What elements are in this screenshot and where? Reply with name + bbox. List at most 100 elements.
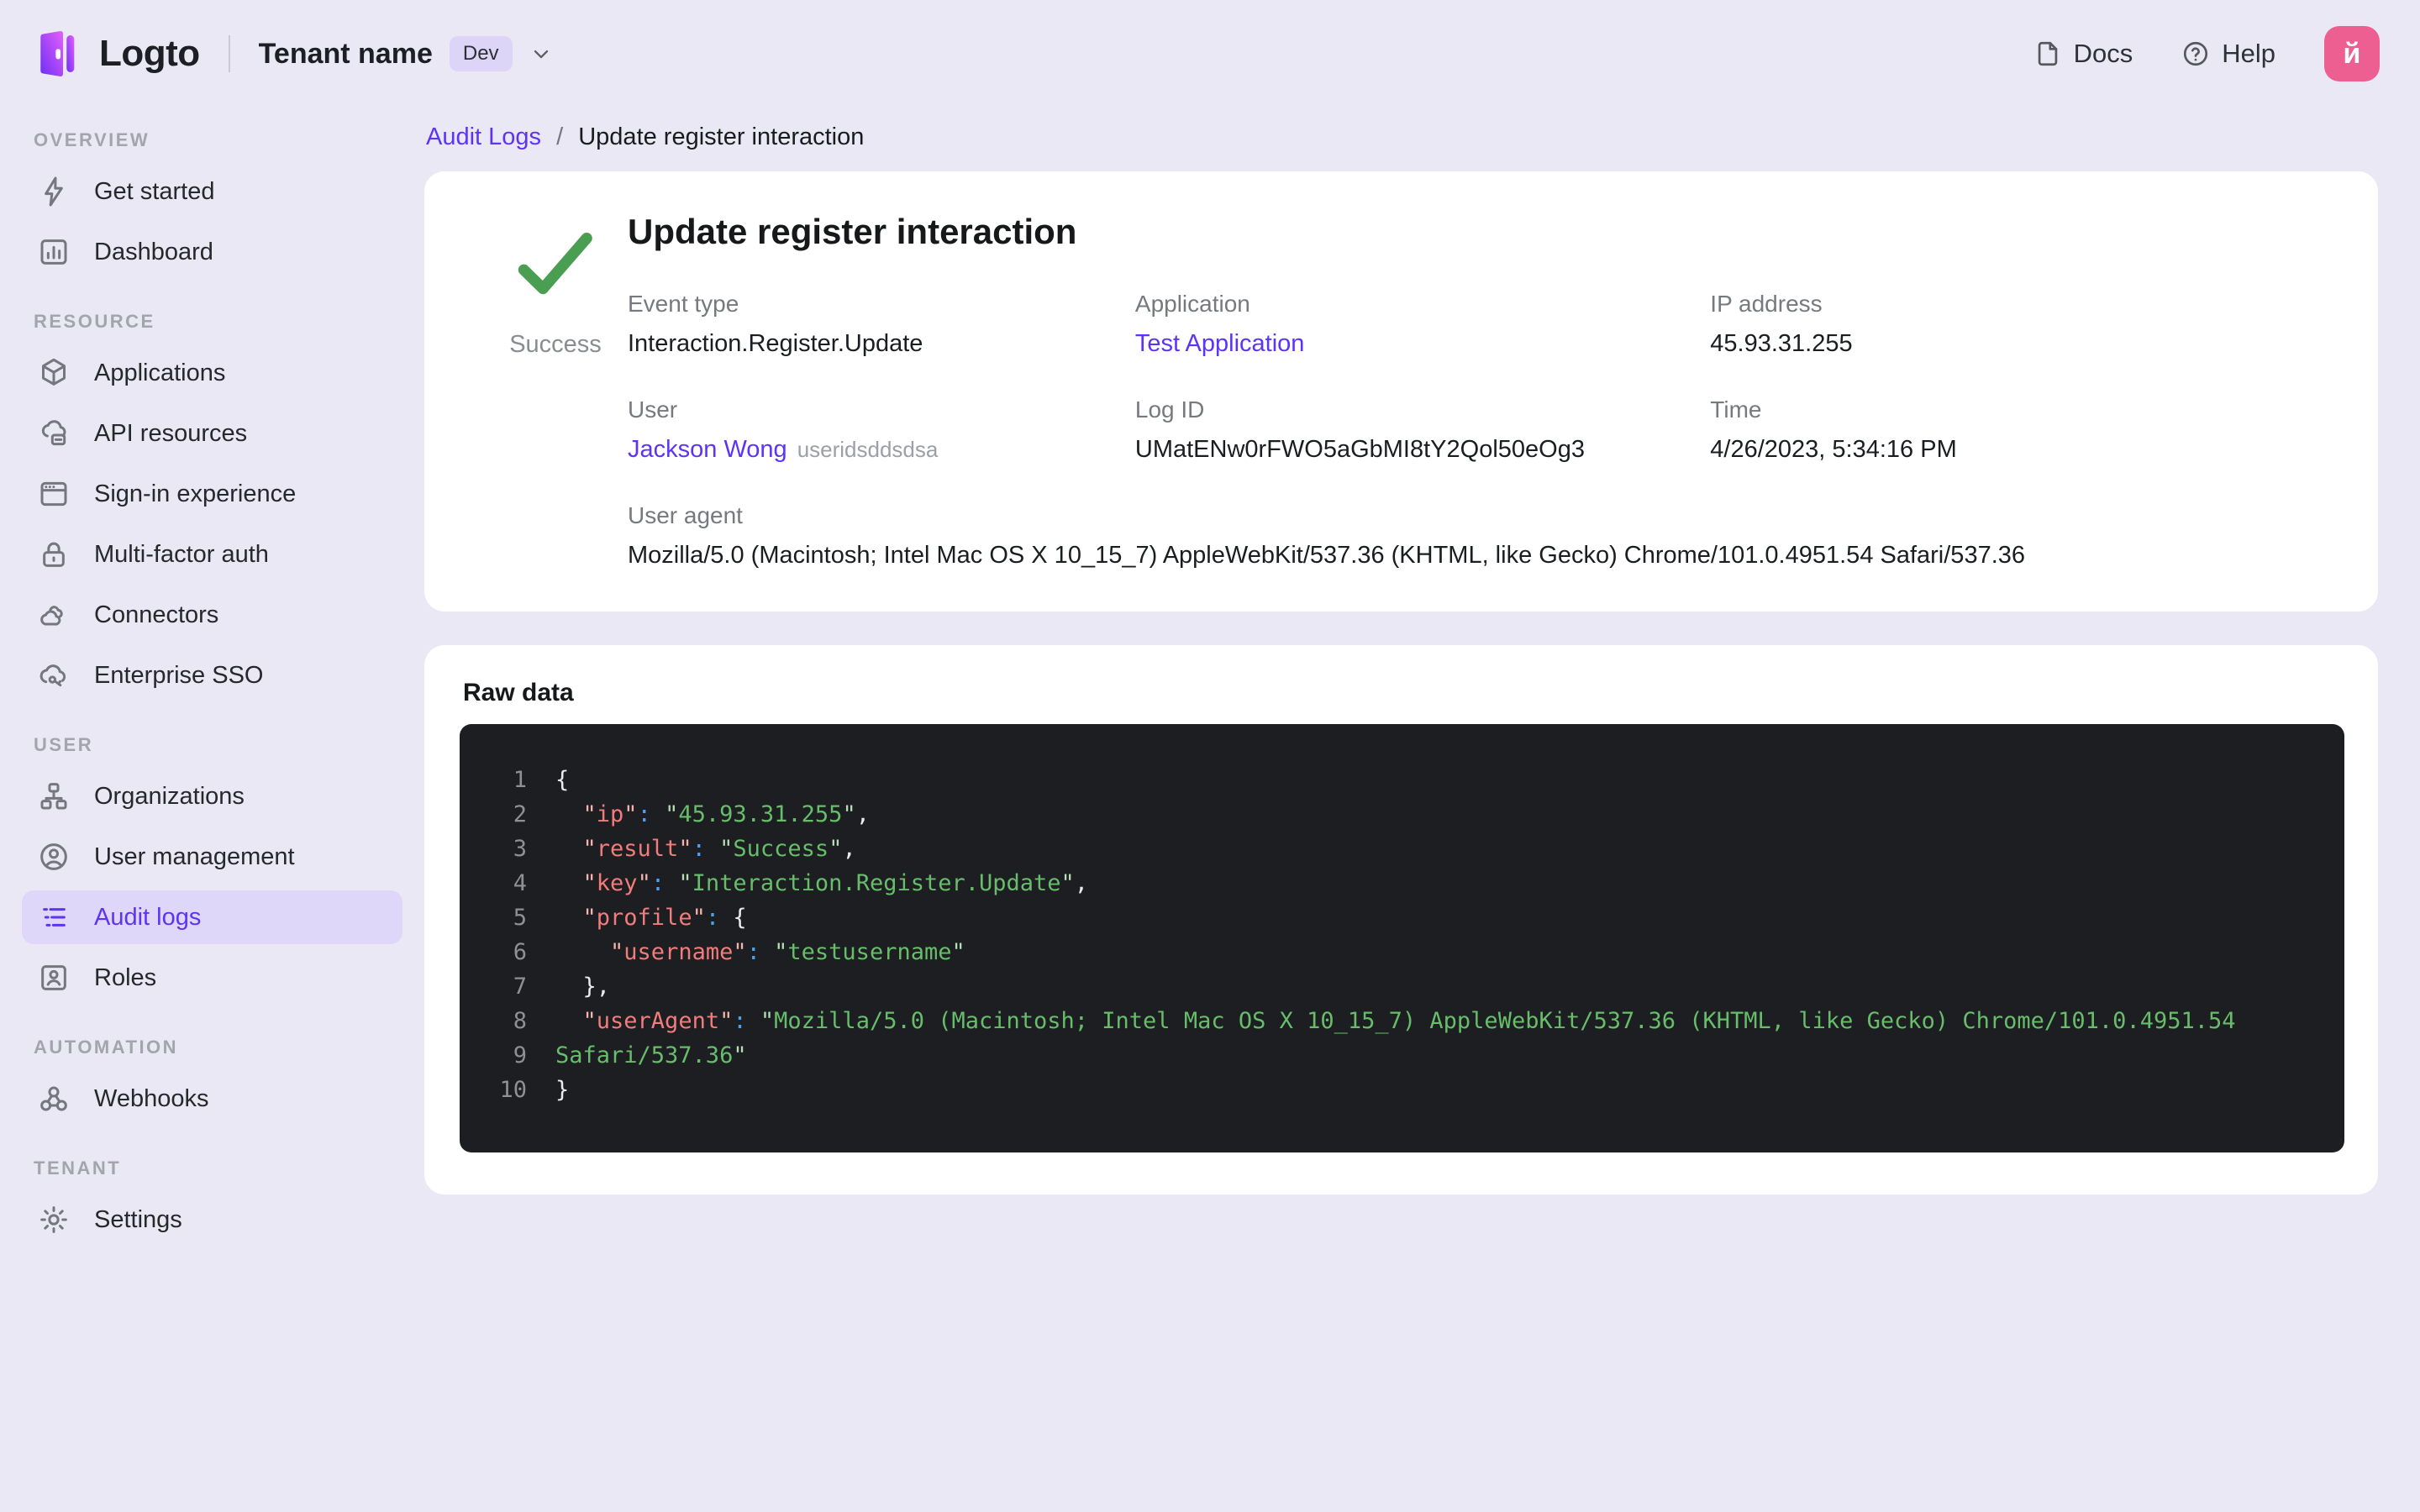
sidebar-item-label: Enterprise SSO [94, 661, 264, 689]
sidebar-item-sign-in-experience[interactable]: Sign-in experience [22, 467, 402, 521]
sidebar-item-roles[interactable]: Roles [22, 951, 402, 1005]
breadcrumb-audit-logs-link[interactable]: Audit Logs [426, 123, 541, 150]
logto-console: Logto Tenant name Dev Docs Help й OVERVI… [0, 0, 2420, 1512]
sidebar-item-label: Settings [94, 1205, 182, 1233]
sidebar-item-get-started[interactable]: Get started [22, 165, 402, 218]
field-user-agent: User agent Mozilla/5.0 (Macintosh; Intel… [628, 502, 2319, 570]
sidebar-item-applications[interactable]: Applications [22, 346, 402, 400]
id-card-icon [37, 961, 71, 995]
sidebar-item-dashboard[interactable]: Dashboard [22, 225, 402, 279]
sidebar-section-label: OVERVIEW [34, 129, 150, 150]
code-line: 5 "profile": { [481, 900, 2314, 935]
code-text: { [555, 767, 570, 793]
success-check-icon [512, 223, 599, 304]
field-value: Jackson Wong useridsddsdsa [628, 436, 1135, 464]
breadcrumb-separator: / [556, 123, 564, 150]
status-column: Success [483, 212, 628, 570]
sidebar-item-label: Webhooks [94, 1084, 209, 1112]
sidebar-item-connectors[interactable]: Connectors [22, 588, 402, 642]
raw-data-code-block: 1{2 "ip": "45.93.31.255", 3 "result": "Su… [460, 724, 2344, 1152]
tenant-env-badge: Dev [449, 36, 513, 71]
field-time: Time 4/26/2023, 5:34:16 PM [1710, 396, 2319, 464]
code-text: }, [582, 974, 611, 1000]
lock-icon [37, 538, 71, 571]
field-value-link[interactable]: Jackson Wong [628, 436, 787, 463]
docs-label: Docs [2073, 39, 2133, 68]
code-text: "userAgent": "Mozilla/5.0 (Macintosh; In… [582, 1008, 2236, 1034]
field-ip-address: IP address 45.93.31.255 [1710, 291, 2319, 358]
gear-icon [37, 1203, 71, 1236]
code-line: 4 "key": "Interaction.Register.Update", [481, 866, 2314, 900]
user-id-suffix: useridsddsdsa [797, 437, 939, 462]
field-label: User agent [628, 502, 743, 528]
raw-data-card: Raw data 1{2 "ip": "45.93.31.255", 3 "res… [424, 645, 2378, 1194]
cloud-box-icon [37, 417, 71, 450]
help-label: Help [2222, 39, 2275, 68]
document-icon [2033, 39, 2062, 68]
sidebar-section-label: AUTOMATION [34, 1037, 179, 1058]
webhook-icon [37, 1082, 71, 1116]
line-number: 5 [513, 905, 527, 931]
sidebar-item-api-resources[interactable]: API resources [22, 407, 402, 460]
breadcrumb-current: Update register interaction [578, 123, 865, 150]
sidebar: OVERVIEW Get started Dashboard RESOURCE Appl… [0, 108, 424, 1512]
sidebar-item-label: Applications [94, 359, 226, 386]
sidebar-item-label: Multi-factor auth [94, 540, 269, 568]
cloud-key-icon [37, 659, 71, 692]
sidebar-item-label: Audit logs [94, 903, 202, 931]
code-line: 8 "userAgent": "Mozilla/5.0 (Macintosh; … [481, 1004, 2314, 1038]
sidebar-item-audit-logs[interactable]: Audit logs [22, 890, 402, 944]
chevron-down-icon [529, 42, 553, 66]
field-user: User Jackson Wong useridsddsdsa [628, 396, 1135, 464]
sidebar-item-multi-factor-auth[interactable]: Multi-factor auth [22, 528, 402, 581]
sidebar-item-webhooks[interactable]: Webhooks [22, 1072, 402, 1126]
sidebar-item-user-management[interactable]: User management [22, 830, 402, 884]
field-value-link[interactable]: Test Application [1135, 330, 1305, 357]
avatar[interactable]: й [2324, 26, 2380, 81]
tenant-selector[interactable]: Tenant name Dev [259, 36, 553, 71]
sidebar-item-settings[interactable]: Settings [22, 1193, 402, 1247]
sidebar-item-label: Roles [94, 963, 157, 991]
code-text: "profile": { [582, 905, 747, 931]
field-value: 45.93.31.255 [1710, 330, 1853, 357]
code-line: 7 }, [481, 969, 2314, 1004]
question-circle-icon [2181, 39, 2210, 68]
topbar-actions: Docs Help й [2033, 26, 2380, 81]
person-circle-icon [37, 840, 71, 874]
line-number: 7 [513, 974, 527, 1000]
sidebar-item-label: Sign-in experience [94, 480, 297, 507]
docs-button[interactable]: Docs [2033, 39, 2133, 69]
line-number: 8 [513, 1008, 527, 1034]
code-line: 3 "result": "Success", [481, 832, 2314, 866]
page-title: Update register interaction [628, 212, 1077, 251]
sidebar-item-label: Organizations [94, 782, 245, 810]
dashboard-icon [37, 235, 71, 269]
line-number: 1 [513, 767, 527, 793]
field-label: Log ID [1134, 396, 1205, 423]
help-button[interactable]: Help [2181, 39, 2275, 69]
status-badge: Success [509, 331, 602, 358]
code-line: 6 "username": "testusername" [481, 935, 2314, 969]
code-text: "username": "testusername" [610, 939, 965, 965]
sidebar-item-label: Connectors [94, 601, 219, 628]
field-label: IP address [1710, 291, 1823, 317]
line-number: 4 [513, 870, 527, 896]
sidebar-section-label: RESOURCE [34, 311, 155, 332]
line-number: 3 [513, 836, 527, 862]
raw-data-title: Raw data [463, 679, 574, 706]
line-number: 6 [513, 939, 527, 965]
line-number: 9 [513, 1042, 527, 1068]
field-value: Interaction.Register.Update [628, 330, 923, 357]
sidebar-item-organizations[interactable]: Organizations [22, 769, 402, 823]
sidebar-item-enterprise-sso[interactable]: Enterprise SSO [22, 648, 402, 702]
code-line: 9 Safari/537.36" [481, 1038, 2314, 1073]
line-number: 2 [513, 801, 527, 827]
code-line: 10} [481, 1073, 2314, 1107]
field-value: Mozilla/5.0 (Macintosh; Intel Mac OS X 1… [628, 542, 2026, 569]
list-icon [37, 900, 71, 934]
field-label: Time [1710, 396, 1762, 423]
field-value: 4/26/2023, 5:34:16 PM [1710, 436, 1957, 463]
logto-logo: Logto [30, 28, 200, 80]
breadcrumb: Audit Logs / Update register interaction [426, 119, 2378, 155]
code-text: "result": "Success", [582, 836, 856, 862]
